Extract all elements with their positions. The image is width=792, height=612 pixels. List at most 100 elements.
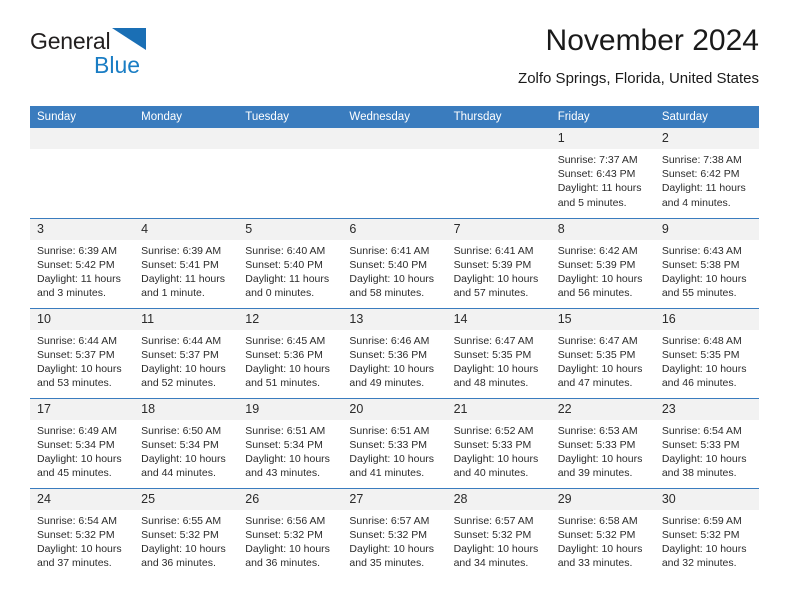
calendar-day-cell[interactable]: 1 Sunrise: 7:37 AM Sunset: 6:43 PM Daylight…: [550, 128, 655, 218]
day-details: Sunrise: 6:47 AM Sunset: 5:35 PM Daylight:…: [551, 330, 655, 391]
day-details: Sunrise: 6:45 AM Sunset: 5:36 PM Daylight:…: [238, 330, 342, 391]
sunset-time: Sunset: 5:32 PM: [453, 528, 532, 541]
calendar-day-cell[interactable]: 6 Sunrise: 6:41 AM Sunset: 5:40 PM Daylight…: [342, 217, 447, 308]
day-number: 22: [550, 398, 655, 420]
day-details: Sunrise: 6:51 AM Sunset: 5:34 PM Daylight:…: [238, 420, 342, 481]
calendar-day-cell-empty: [342, 128, 447, 218]
day-number: 21: [446, 398, 551, 420]
calendar-day-cell[interactable]: 7 Sunrise: 6:41 AM Sunset: 5:39 PM Daylight…: [446, 217, 551, 308]
day-details: Sunrise: 6:55 AM Sunset: 5:32 PM Daylight:…: [134, 510, 238, 571]
daylight-duration-line2: and 45 minutes.: [37, 467, 112, 480]
daylight-duration-line1: Daylight: 10 hours: [141, 362, 226, 375]
sunrise-time: Sunrise: 6:41 AM: [349, 244, 430, 257]
calendar-day-cell[interactable]: 9 Sunrise: 6:43 AM Sunset: 5:38 PM Daylight…: [654, 217, 759, 308]
daylight-duration-line1: Daylight: 10 hours: [661, 362, 747, 375]
calendar-day-cell[interactable]: 4 Sunrise: 6:39 AM Sunset: 5:41 PM Daylight…: [134, 217, 239, 308]
day-number: 28: [446, 488, 551, 510]
sunset-time: Sunset: 5:32 PM: [349, 528, 428, 541]
calendar-day-cell[interactable]: 29 Sunrise: 6:58 AM Sunset: 5:32 PM Dayligh…: [550, 487, 655, 578]
calendar-day-cell[interactable]: 17 Sunrise: 6:49 AM Sunset: 5:34 PM Dayligh…: [30, 397, 135, 488]
calendar-day-cell-empty: [134, 128, 239, 218]
calendar-day-cell[interactable]: 14 Sunrise: 6:47 AM Sunset: 5:35 PM Dayligh…: [446, 307, 551, 398]
sunrise-time: Sunrise: 6:52 AM: [453, 424, 534, 437]
sunrise-time: Sunrise: 6:44 AM: [37, 334, 117, 347]
day-number: 23: [654, 398, 759, 420]
day-number: 24: [30, 488, 135, 510]
brand-logo[interactable]: General Blue: [30, 26, 250, 86]
sunset-time: Sunset: 5:32 PM: [37, 528, 115, 541]
day-number: 6: [342, 218, 447, 240]
calendar-day-cell[interactable]: 19 Sunrise: 6:51 AM Sunset: 5:34 PM Dayligh…: [238, 397, 343, 488]
calendar-day-cell[interactable]: 27 Sunrise: 6:57 AM Sunset: 5:32 PM Dayligh…: [342, 487, 447, 578]
day-details: Sunrise: 6:39 AM Sunset: 5:42 PM Daylight:…: [30, 240, 134, 301]
sunset-time: Sunset: 5:39 PM: [453, 258, 532, 271]
day-number: 27: [342, 488, 447, 510]
sunrise-time: Sunrise: 6:42 AM: [557, 244, 638, 257]
calendar-day-cell[interactable]: 16 Sunrise: 6:48 AM Sunset: 5:35 PM Dayligh…: [654, 307, 759, 398]
calendar-day-cell[interactable]: 26 Sunrise: 6:56 AM Sunset: 5:32 PM Dayligh…: [238, 487, 343, 578]
calendar-day-cell-empty: [446, 128, 551, 218]
weekday-header-wednesday: Wednesday: [342, 106, 447, 128]
day-details: Sunrise: 6:41 AM Sunset: 5:39 PM Daylight:…: [447, 240, 551, 301]
day-number: 8: [550, 218, 655, 240]
sunrise-time: Sunrise: 6:54 AM: [661, 424, 742, 437]
sunset-time: Sunset: 5:42 PM: [37, 258, 115, 271]
sunrise-time: Sunrise: 7:37 AM: [557, 154, 638, 166]
sunrise-time: Sunrise: 6:55 AM: [141, 514, 222, 527]
calendar-day-cell[interactable]: 8 Sunrise: 6:42 AM Sunset: 5:39 PM Daylight…: [550, 217, 655, 308]
calendar-week-row: 17 Sunrise: 6:49 AM Sunset: 5:34 PM Dayligh…: [30, 397, 759, 488]
calendar-day-cell[interactable]: 22 Sunrise: 6:53 AM Sunset: 5:33 PM Dayligh…: [550, 397, 655, 488]
day-details: Sunrise: 6:50 AM Sunset: 5:34 PM Daylight:…: [134, 420, 238, 481]
calendar-day-cell[interactable]: 30 Sunrise: 6:59 AM Sunset: 5:32 PM Dayligh…: [654, 487, 759, 578]
sunrise-time: Sunrise: 6:51 AM: [245, 424, 326, 437]
daylight-duration-line1: Daylight: 11 hours: [661, 182, 746, 195]
sunrise-time: Sunrise: 6:49 AM: [37, 424, 117, 437]
sunset-time: Sunset: 5:37 PM: [37, 348, 115, 361]
daylight-duration-line2: and 47 minutes.: [557, 377, 633, 390]
daylight-duration-line1: Daylight: 10 hours: [37, 452, 122, 465]
sunset-time: Sunset: 6:43 PM: [557, 168, 636, 181]
calendar-day-cell[interactable]: 20 Sunrise: 6:51 AM Sunset: 5:33 PM Dayligh…: [342, 397, 447, 488]
day-number: 4: [134, 218, 239, 240]
sunset-time: Sunset: 5:37 PM: [141, 348, 219, 361]
daylight-duration-line1: Daylight: 10 hours: [349, 272, 435, 285]
calendar-day-cell[interactable]: 2 Sunrise: 7:38 AM Sunset: 6:42 PM Daylight…: [654, 128, 759, 218]
daylight-duration-line1: Daylight: 10 hours: [661, 272, 747, 285]
calendar-day-cell[interactable]: 21 Sunrise: 6:52 AM Sunset: 5:33 PM Dayligh…: [446, 397, 551, 488]
calendar-day-cell[interactable]: 11 Sunrise: 6:44 AM Sunset: 5:37 PM Dayligh…: [134, 307, 239, 398]
calendar-day-cell-empty: [30, 128, 135, 218]
daylight-duration-line1: Daylight: 10 hours: [453, 542, 539, 555]
calendar-day-cell[interactable]: 24 Sunrise: 6:54 AM Sunset: 5:32 PM Dayligh…: [30, 487, 135, 578]
daylight-duration-line1: Daylight: 10 hours: [557, 542, 643, 555]
sunset-time: Sunset: 5:33 PM: [349, 438, 428, 451]
daylight-duration-line2: and 55 minutes.: [661, 287, 737, 300]
calendar-day-cell[interactable]: 18 Sunrise: 6:50 AM Sunset: 5:34 PM Dayligh…: [134, 397, 239, 488]
day-number: 17: [30, 398, 135, 420]
weekday-header-monday: Monday: [134, 106, 239, 128]
sunset-time: Sunset: 5:36 PM: [245, 348, 323, 361]
daylight-duration-line1: Daylight: 10 hours: [349, 362, 435, 375]
brand-text-general: General: [30, 28, 111, 54]
sunset-time: Sunset: 5:32 PM: [661, 528, 740, 541]
calendar-day-cell[interactable]: 28 Sunrise: 6:57 AM Sunset: 5:32 PM Dayligh…: [446, 487, 551, 578]
day-number: 15: [550, 308, 655, 330]
calendar-day-cell[interactable]: 12 Sunrise: 6:45 AM Sunset: 5:36 PM Dayligh…: [238, 307, 343, 398]
calendar-day-cell[interactable]: 15 Sunrise: 6:47 AM Sunset: 5:35 PM Dayligh…: [550, 307, 655, 398]
day-details: Sunrise: 7:38 AM Sunset: 6:42 PM Daylight:…: [655, 149, 759, 210]
daylight-duration-line2: and 37 minutes.: [37, 557, 112, 570]
calendar-day-cell[interactable]: 5 Sunrise: 6:40 AM Sunset: 5:40 PM Daylight…: [238, 217, 343, 308]
calendar-day-cell[interactable]: 25 Sunrise: 6:55 AM Sunset: 5:32 PM Dayligh…: [134, 487, 239, 578]
day-number: 12: [238, 308, 343, 330]
calendar-week-row: 1 Sunrise: 7:37 AM Sunset: 6:43 PM Daylight…: [30, 128, 759, 218]
sunset-time: Sunset: 5:34 PM: [37, 438, 115, 451]
sunset-time: Sunset: 5:40 PM: [245, 258, 323, 271]
calendar-day-cell[interactable]: 3 Sunrise: 6:39 AM Sunset: 5:42 PM Daylight…: [30, 217, 135, 308]
day-details: Sunrise: 6:43 AM Sunset: 5:38 PM Daylight:…: [655, 240, 759, 301]
daylight-duration-line2: and 40 minutes.: [453, 467, 529, 480]
calendar-day-cell[interactable]: 13 Sunrise: 6:46 AM Sunset: 5:36 PM Dayligh…: [342, 307, 447, 398]
calendar-day-cell[interactable]: 10 Sunrise: 6:44 AM Sunset: 5:37 PM Dayligh…: [30, 307, 135, 398]
weekday-header-thursday: Thursday: [446, 106, 551, 128]
calendar-day-cell[interactable]: 23 Sunrise: 6:54 AM Sunset: 5:33 PM Dayligh…: [654, 397, 759, 488]
calendar-page: General Blue November 2024 Zolfo Springs…: [0, 0, 792, 612]
sunset-time: Sunset: 5:35 PM: [661, 348, 740, 361]
